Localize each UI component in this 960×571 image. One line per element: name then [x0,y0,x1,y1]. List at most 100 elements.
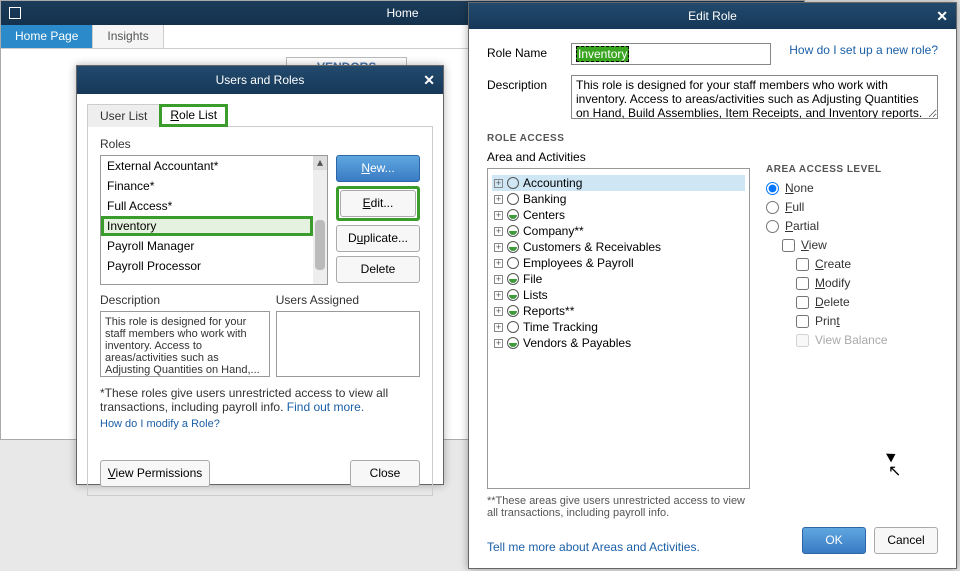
area-activities-label: Area and Activities [487,150,750,164]
list-item[interactable]: Payroll Processor [101,256,313,276]
tree-item-label: Centers [523,208,565,222]
tab-insights[interactable]: Insights [93,25,163,48]
check-delete[interactable]: Delete [796,295,938,309]
edit-button[interactable]: Edit... [340,190,416,217]
expand-icon[interactable]: + [494,211,503,220]
delete-button[interactable]: Delete [336,256,420,283]
check-create[interactable]: Create [796,257,938,271]
tab-role-list[interactable]: Role List [170,108,217,122]
role-list-panel: Roles External Accountant* Finance* Full… [87,126,433,496]
tree-item-label: Employees & Payroll [523,256,634,270]
tree-item[interactable]: + Banking [492,191,745,207]
main-title: Home [386,6,418,20]
check-print[interactable]: Print [796,314,938,328]
tree-item[interactable]: + Reports** [492,303,745,319]
tree-item[interactable]: + Time Tracking [492,319,745,335]
role-name-label: Role Name [487,43,561,60]
tree-item[interactable]: + Vendors & Payables [492,335,745,351]
description-textarea: This role is designed for your staff mem… [100,311,270,377]
tree-item[interactable]: + File [492,271,745,287]
access-indicator-icon [507,193,519,205]
list-item[interactable]: Finance* [101,176,313,196]
check-view-balance: View Balance [796,333,938,347]
access-indicator-icon [507,289,519,301]
tree-item-label: Time Tracking [523,320,598,334]
setup-role-link[interactable]: How do I set up a new role? [789,43,938,57]
roles-note: *These roles give users unrestricted acc… [100,386,420,414]
users-assigned-list [276,311,420,377]
tree-item[interactable]: +Lists [492,287,745,303]
radio-full[interactable]: Full [766,200,938,214]
expand-icon[interactable]: + [494,323,503,332]
tab-user-list[interactable]: User List [87,104,160,127]
view-permissions-button[interactable]: View Permissions [100,460,210,487]
expand-icon[interactable]: + [494,307,503,316]
scroll-thumb[interactable] [315,220,325,270]
tree-item-label: Vendors & Payables [523,336,631,350]
tree-item-label: Banking [523,192,566,206]
users-roles-titlebar: Users and Roles ✕ [77,66,443,94]
tree-item[interactable]: + Customers & Receivables [492,239,745,255]
new-button[interactable]: New... [336,155,420,182]
expand-icon[interactable]: + [494,259,503,268]
radio-none[interactable]: None [766,181,938,195]
expand-icon[interactable]: + [494,339,503,348]
users-roles-dialog: Users and Roles ✕ User List Role List Ro… [76,65,444,485]
find-out-more-link[interactable]: Find out more. [287,400,364,414]
expand-icon[interactable]: + [494,275,503,284]
area-tree[interactable]: + Accounting + Banking + Centers + Company** + Cu… [487,168,750,489]
access-indicator-icon [507,337,519,349]
role-name-input[interactable]: Inventory [571,43,771,65]
access-indicator-icon [507,177,519,189]
tree-item[interactable]: + Company** [492,223,745,239]
list-item[interactable]: Payroll Manager [101,236,313,256]
users-roles-title: Users and Roles [216,73,305,87]
tree-item-label: Accounting [523,176,582,190]
tab-home-page[interactable]: Home Page [1,25,93,48]
ok-button[interactable]: OK [802,527,866,554]
radio-partial[interactable]: Partial [766,219,938,233]
close-button[interactable]: Close [350,460,420,487]
roles-listbox[interactable]: External Accountant* Finance* Full Acces… [100,155,328,285]
list-item[interactable]: Full Access* [101,196,313,216]
restore-icon[interactable] [9,7,21,19]
access-indicator-icon [507,305,519,317]
expand-icon[interactable]: + [494,291,503,300]
role-name-value: Inventory [576,46,629,62]
role-buttons: New... Edit... Duplicate... Delete [336,155,420,285]
tree-item-label: File [523,272,542,286]
duplicate-button[interactable]: Duplicate... [336,225,420,252]
tree-item-label: Customers & Receivables [523,240,661,254]
tree-item-label: Reports** [523,304,574,318]
tree-item[interactable]: + Accounting [492,175,745,191]
expand-icon[interactable]: + [494,227,503,236]
scroll-up-icon[interactable]: ▴ [313,156,327,170]
access-indicator-icon [507,321,519,333]
check-view[interactable]: View [782,238,938,252]
tree-item[interactable]: + Centers [492,207,745,223]
description-label: Description [487,75,561,92]
list-item-selected[interactable]: Inventory [101,216,313,236]
scrollbar[interactable]: ▴ [313,156,327,284]
modify-role-link[interactable]: How do I modify a Role? [100,418,420,430]
check-modify[interactable]: Modify [796,276,938,290]
cancel-button[interactable]: Cancel [874,527,938,554]
tree-item-label: Company** [523,224,584,238]
list-item[interactable]: External Accountant* [101,156,313,176]
close-icon[interactable]: ✕ [936,8,948,25]
edit-role-dialog: Edit Role ✕ Role Name Inventory How do I… [468,2,957,569]
tell-me-more-link[interactable]: Tell me more about Areas and Activities. [487,540,700,554]
access-indicator-icon [507,241,519,253]
description-input[interactable]: This role is designed for your staff mem… [571,75,938,119]
tree-note: **These areas give users unrestricted ac… [487,495,747,519]
role-access-header: ROLE ACCESS [487,133,938,144]
expand-icon[interactable]: + [494,243,503,252]
expand-icon[interactable]: + [494,179,503,188]
roles-list-inner: External Accountant* Finance* Full Acces… [101,156,313,276]
expand-icon[interactable]: + [494,195,503,204]
dialog-tabs: User List Role List [87,104,433,127]
edit-role-titlebar: Edit Role ✕ [469,3,956,29]
close-icon[interactable]: ✕ [423,72,435,89]
tree-item[interactable]: + Employees & Payroll [492,255,745,271]
access-indicator-icon [507,225,519,237]
